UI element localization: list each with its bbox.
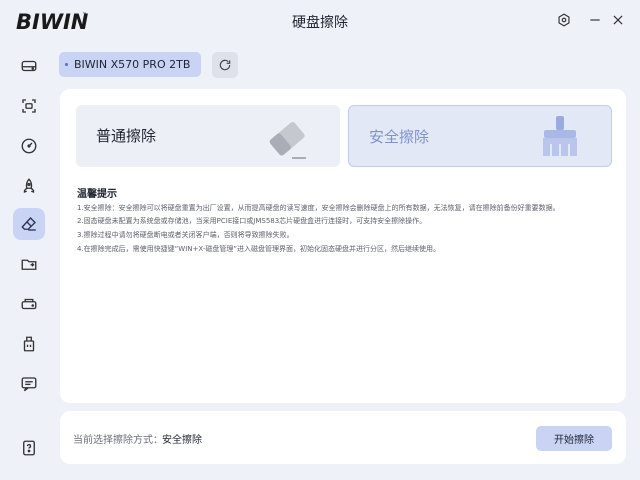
device-name: BIWIN X570 PRO 2TB: [74, 58, 191, 71]
tip-item: 1.安全擦除：安全擦除可以将硬盘重置为出厂设置，从而提高硬盘的读写速度，安全擦除…: [77, 204, 560, 212]
erase-mode-value: 安全擦除: [162, 435, 202, 446]
device-select[interactable]: BIWIN X570 PRO 2TB: [59, 52, 201, 77]
title-bar: BIWIN ™ 硬盘擦除: [0, 0, 640, 42]
close-icon[interactable]: [609, 11, 627, 29]
tips-title: 温馨提示: [77, 189, 117, 200]
normal-erase-label: 普通擦除: [96, 127, 157, 145]
eraser-icon[interactable]: [13, 208, 45, 240]
tip-item: 4.在擦除完成后，需使用快捷键“WIN+X-磁盘管理”进入磁盘管理界面，初始化固…: [77, 245, 440, 253]
erase-mode-label: 当前选择擦除方式：: [73, 435, 163, 446]
window-title: 硬盘擦除: [292, 15, 348, 31]
bottom-panel: 当前选择擦除方式： 安全擦除 开始擦除: [60, 411, 626, 464]
device-dot: [65, 63, 68, 66]
normal-erase-option[interactable]: 普通擦除: [76, 105, 340, 167]
rocket-icon[interactable]: [13, 170, 45, 202]
sidebar: [0, 42, 58, 480]
drive-clone-icon[interactable]: [13, 288, 45, 320]
message-icon[interactable]: [13, 368, 45, 400]
start-erase-button[interactable]: 开始擦除: [536, 426, 612, 451]
minimize-icon[interactable]: [586, 11, 604, 29]
eraser-icon: [269, 122, 306, 159]
secure-erase-option[interactable]: 安全擦除: [348, 105, 612, 167]
tip-item: 3.擦除过程中请勿将硬盘断电或者关闭客户端，否则将导致擦除失败。: [77, 231, 294, 239]
folder-transfer-icon[interactable]: [13, 248, 45, 280]
secure-erase-label: 安全擦除: [369, 128, 430, 146]
tip-item: 2.固态硬盘未配置为系统盘或存储池，当采用PCIE接口或JMS583芯片硬盘盒进…: [77, 217, 427, 225]
help-icon[interactable]: [13, 432, 45, 464]
speed-gauge-icon[interactable]: [13, 130, 45, 162]
scan-icon[interactable]: [13, 90, 45, 122]
settings-icon[interactable]: [555, 11, 573, 29]
broom-icon: [543, 116, 577, 156]
refresh-button[interactable]: [212, 52, 238, 78]
usb-icon[interactable]: [13, 328, 45, 360]
disk-icon[interactable]: [13, 50, 45, 82]
refresh-icon: [219, 59, 231, 71]
